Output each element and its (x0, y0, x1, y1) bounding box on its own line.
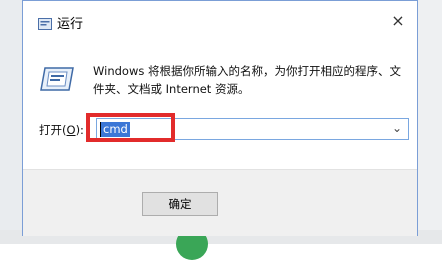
run-dialog: 运行 × Windows 将根据你所输入的名称，为你打开相应的程序、文件夹、文档… (22, 0, 418, 236)
open-label-hotkey: O (66, 123, 76, 137)
run-app-icon (38, 15, 52, 34)
chevron-down-icon[interactable]: ⌄ (392, 121, 402, 135)
run-app-icon (40, 67, 74, 95)
dialog-footer: 确定 (23, 169, 417, 236)
open-label: 打开(O): (39, 122, 84, 138)
close-icon: × (391, 11, 405, 30)
background-window-left (0, 0, 22, 244)
open-label-suffix: ): (75, 123, 84, 137)
highlight-box (86, 113, 175, 142)
title-bar[interactable]: 运行 × (23, 1, 417, 41)
dialog-title: 运行 (57, 17, 84, 32)
background-window-right (418, 0, 442, 244)
ok-button[interactable]: 确定 (142, 192, 218, 216)
dialog-description: Windows 将根据你所输入的名称，为你打开相应的程序、文件夹、文档或 Int… (93, 64, 401, 96)
open-label-prefix: 打开( (39, 123, 67, 137)
close-button[interactable]: × (387, 10, 409, 32)
